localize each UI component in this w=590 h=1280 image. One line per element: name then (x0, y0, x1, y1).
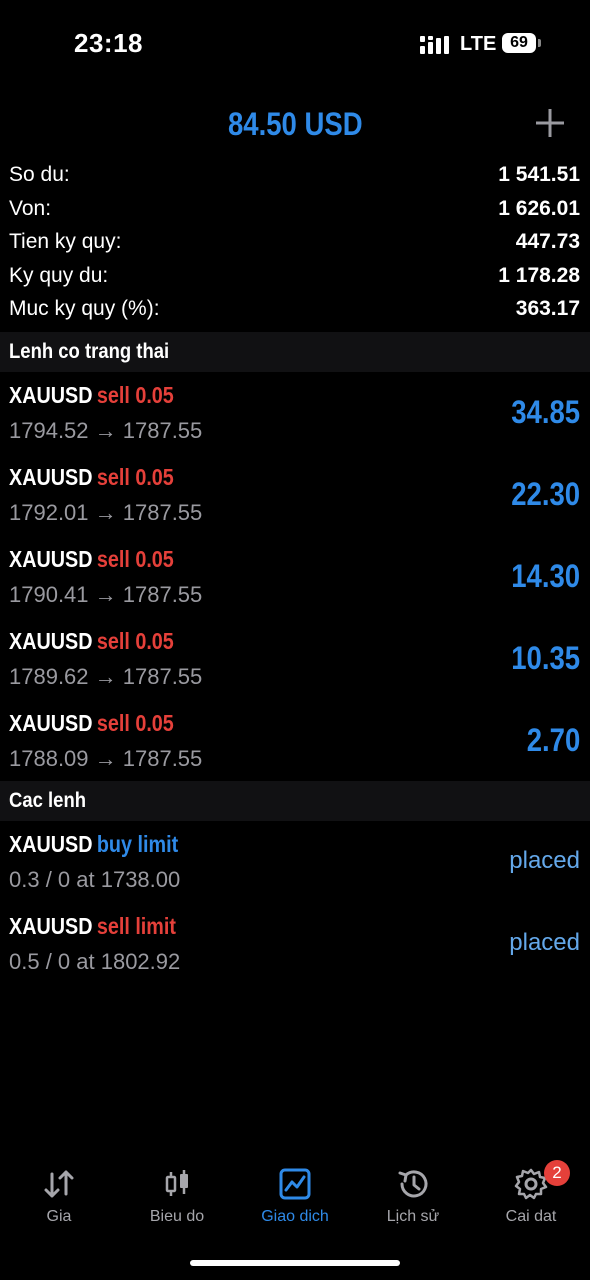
tab-trade[interactable]: Giao dich (236, 1160, 354, 1230)
position-symbol: XAUUSD (9, 464, 93, 490)
status-bar: 23:18 LTE 69 (0, 0, 590, 90)
order-symbol: XAUUSD (9, 831, 93, 857)
summary-value: 1 541.51 (498, 163, 580, 186)
tab-label: Giao dich (261, 1208, 329, 1225)
tab-label: Cai dat (505, 1208, 557, 1225)
position-symbol: XAUUSD (9, 710, 93, 736)
sort-arrows-icon (44, 1170, 74, 1198)
order-detail: 0.3 / 0 at 1738.00 (9, 867, 181, 892)
account-summary: So du: 1 541.51 Von: 1 626.01 Tien ky qu… (0, 160, 590, 328)
tab-history[interactable]: Lịch sử (354, 1160, 472, 1230)
home-indicator[interactable] (190, 1260, 400, 1266)
battery-level: 69 (502, 33, 536, 53)
summary-row-free-margin: Ky quy du: 1 178.28 (0, 261, 590, 295)
network-label: LTE (460, 33, 497, 55)
summary-row-balance: So du: 1 541.51 (0, 160, 590, 194)
orders-list: XAUUSD buy limit 0.3 / 0 at 1738.00 place… (0, 821, 590, 985)
tab-quotes[interactable]: Gia (0, 1160, 118, 1230)
position-prices: 1788.09 → 1787.55 (9, 746, 203, 771)
tab-label: Lịch sử (386, 1208, 440, 1225)
positions-list: XAUUSD sell 0.05 1794.52 → 1787.55 34.85 … (0, 372, 590, 782)
position-prices: 1789.62 → 1787.55 (9, 664, 203, 689)
position-prices: 1792.01 → 1787.55 (9, 500, 203, 525)
position-side: sell 0.05 (96, 628, 174, 654)
position-profit: 10.35 (511, 640, 580, 676)
tab-chart[interactable]: Bieu do (118, 1160, 236, 1230)
trade-chart-icon (279, 1168, 311, 1200)
position-prices: 1794.52 → 1787.55 (9, 418, 203, 443)
position-row[interactable]: XAUUSD sell 0.05 1794.52 → 1787.55 34.85 (0, 372, 590, 454)
order-symbol: XAUUSD (9, 913, 93, 939)
position-side: sell 0.05 (96, 382, 174, 408)
section-title: Lenh co trang thai (9, 340, 170, 363)
position-symbol: XAUUSD (9, 628, 93, 654)
order-detail: 0.5 / 0 at 1802.92 (9, 949, 181, 974)
order-row[interactable]: XAUUSD sell limit 0.5 / 0 at 1802.92 plac… (0, 903, 590, 985)
tab-label: Bieu do (149, 1208, 205, 1225)
summary-label: So du: (9, 163, 70, 186)
notification-badge: 2 (544, 1160, 570, 1186)
summary-row-margin: Tien ky quy: 447.73 (0, 227, 590, 261)
summary-value: 447.73 (515, 230, 580, 253)
summary-label: Tien ky quy: (9, 230, 122, 253)
order-row[interactable]: XAUUSD buy limit 0.3 / 0 at 1738.00 place… (0, 821, 590, 903)
plus-icon[interactable] (534, 107, 566, 139)
position-row[interactable]: XAUUSD sell 0.05 1788.09 → 1787.55 2.70 (0, 700, 590, 782)
balance-header: 84.50 USD (0, 100, 590, 148)
summary-value: 363.17 (515, 297, 580, 320)
position-profit: 14.30 (511, 558, 580, 594)
position-profit: 34.85 (511, 394, 580, 430)
position-side: sell 0.05 (96, 546, 174, 572)
position-prices: 1790.41 → 1787.55 (9, 582, 203, 607)
tab-settings[interactable]: 2 Cai dat (472, 1160, 590, 1230)
battery-icon: 69 (502, 33, 542, 55)
position-side: sell 0.05 (96, 464, 174, 490)
order-side: buy limit (96, 831, 179, 857)
summary-value: 1 626.01 (498, 196, 580, 220)
candlestick-icon (165, 1170, 188, 1196)
profit-total: 84.50 USD (227, 106, 363, 142)
order-status: placed (509, 929, 580, 956)
position-row[interactable]: XAUUSD sell 0.05 1789.62 → 1787.55 10.35 (0, 618, 590, 700)
position-side: sell 0.05 (96, 710, 174, 736)
position-symbol: XAUUSD (9, 546, 93, 572)
orders-section-header: Cac lenh (0, 781, 590, 821)
position-row[interactable]: XAUUSD sell 0.05 1792.01 → 1787.55 22.30 (0, 454, 590, 536)
summary-label: Von: (9, 196, 52, 220)
order-side: sell limit (96, 913, 176, 939)
tab-label: Gia (46, 1208, 72, 1225)
section-title: Cac lenh (9, 789, 87, 812)
position-row[interactable]: XAUUSD sell 0.05 1790.41 → 1787.55 14.30 (0, 536, 590, 618)
summary-row-equity: Von: 1 626.01 (0, 194, 590, 228)
status-time: 23:18 (74, 28, 143, 58)
summary-label: Muc ky quy (%): (9, 297, 160, 320)
history-icon (398, 1170, 428, 1198)
summary-label: Ky quy du: (9, 263, 109, 287)
positions-section-header: Lenh co trang thai (0, 332, 590, 372)
tab-bar: Gia Bieu do Giao dich Lịch sử 2 Cai dat (0, 1160, 590, 1230)
position-profit: 22.30 (511, 476, 580, 512)
signal-icon (420, 36, 449, 54)
summary-value: 1 178.28 (498, 263, 580, 287)
order-status: placed (509, 847, 580, 874)
summary-row-margin-level: Muc ky quy (%): 363.17 (0, 294, 590, 328)
position-symbol: XAUUSD (9, 382, 93, 408)
position-profit: 2.70 (526, 722, 580, 758)
